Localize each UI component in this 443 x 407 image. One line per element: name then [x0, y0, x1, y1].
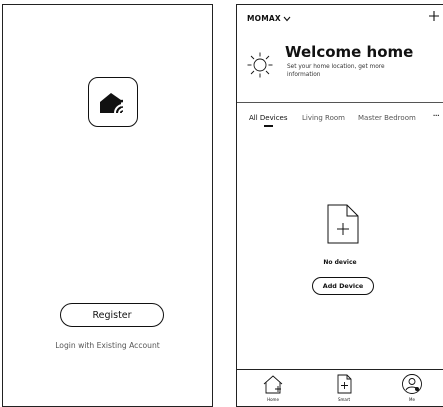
app-logo [88, 77, 138, 127]
more-tabs-button[interactable]: ··· [432, 111, 439, 122]
no-device-text: No device [323, 259, 357, 266]
home-icon [263, 375, 283, 394]
nav-item-smart[interactable]: Smart [329, 373, 359, 402]
profile-icon [402, 374, 422, 394]
sun-icon [247, 52, 273, 78]
home-wifi-icon [100, 93, 124, 114]
home-name: MOMAX [247, 14, 281, 23]
welcome-title: Welcome home [285, 43, 414, 61]
tab-all-devices[interactable]: All Devices [249, 114, 288, 122]
home-selector[interactable]: MOMAX [247, 14, 291, 23]
bottom-nav: Home Smart Me [237, 369, 443, 407]
active-tab-indicator [264, 125, 273, 127]
login-existing-account-link[interactable]: Login with Existing Account [3, 341, 212, 350]
login-screen: Register Login with Existing Account [2, 4, 213, 407]
plus-icon [429, 11, 439, 21]
nav-item-home[interactable]: Home [258, 373, 288, 402]
nav-label-smart: Smart [337, 397, 351, 402]
welcome-subtitle[interactable]: Set your home location, get more informa… [287, 64, 402, 79]
smart-icon [337, 374, 352, 394]
add-button[interactable] [427, 9, 441, 23]
room-tabs: All Devices Living Room Master Bedroom ·… [237, 102, 443, 130]
tab-master-bedroom[interactable]: Master Bedroom [358, 114, 416, 122]
home-screen: MOMAX Welcome home Set your home locatio… [236, 4, 443, 407]
chevron-down-icon [283, 16, 291, 21]
nav-item-me[interactable]: Me [397, 373, 427, 402]
empty-device-icon [327, 204, 359, 244]
nav-label-home: Home [267, 397, 279, 402]
add-device-button[interactable]: Add Device [312, 277, 374, 295]
register-button[interactable]: Register [60, 303, 164, 327]
tab-living-room[interactable]: Living Room [302, 114, 345, 122]
nav-label-me: Me [409, 397, 415, 402]
